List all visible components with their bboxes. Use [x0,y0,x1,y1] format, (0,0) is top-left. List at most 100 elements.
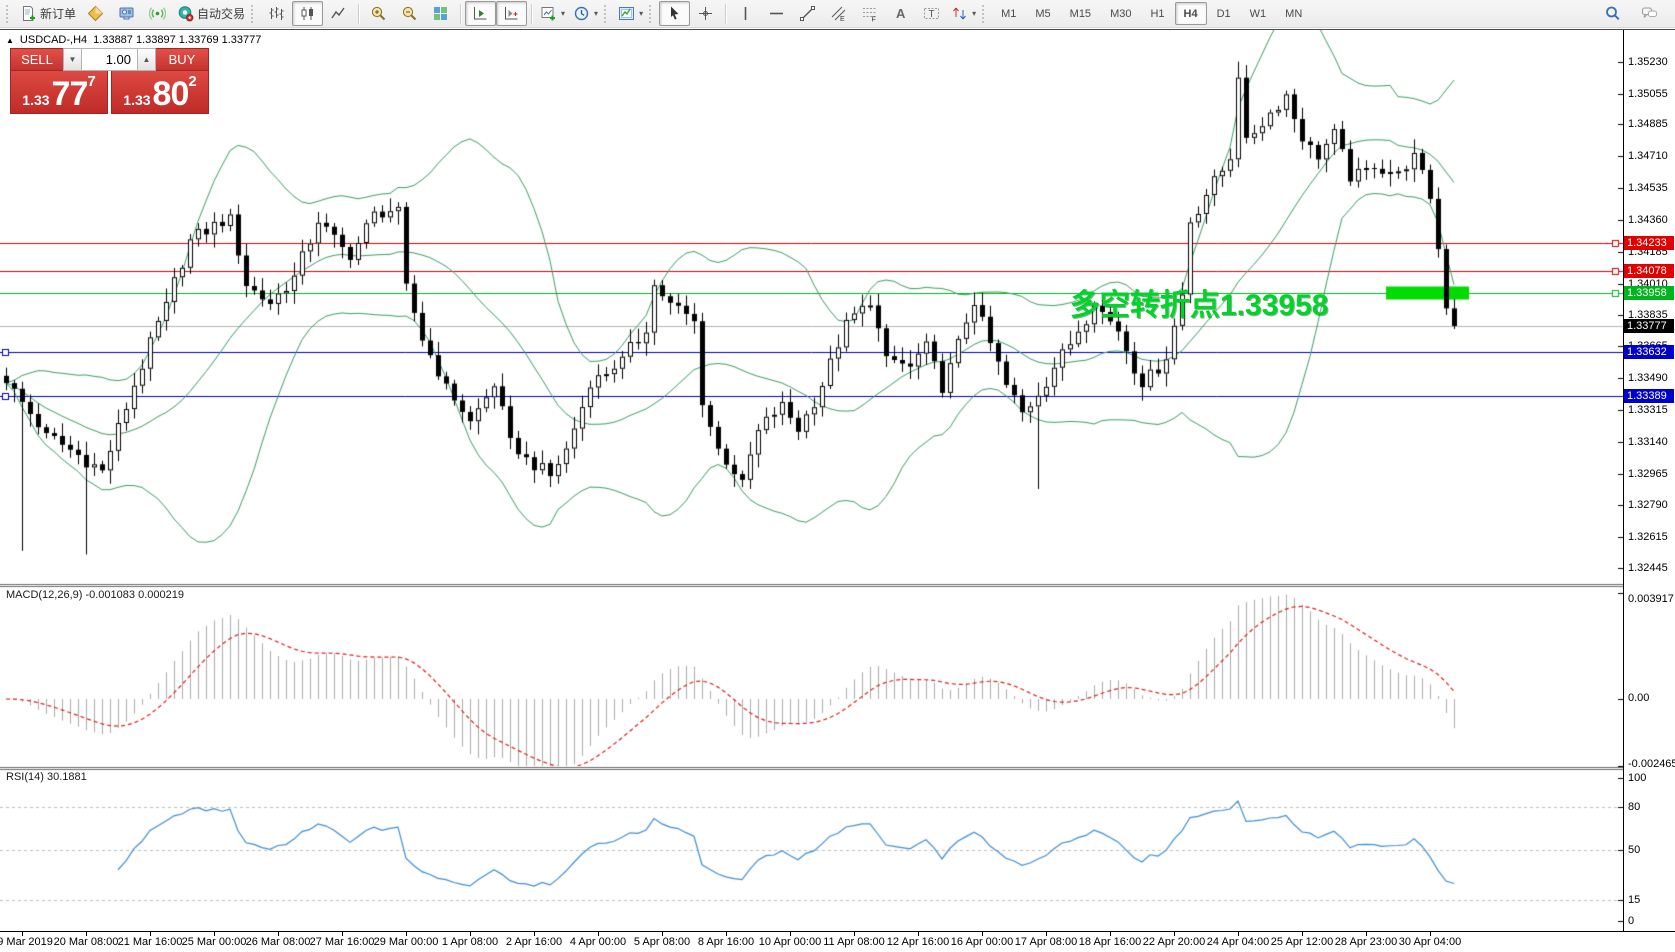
timeframe-button-H1[interactable]: H1 [1141,2,1173,25]
time-axis-label: 21 Mar 16:00 [118,936,183,948]
timeframe-button-M1[interactable]: M1 [992,2,1025,25]
chart-window: ▲ USDCAD-,H4 1.33887 1.33897 1.33769 1.3… [0,29,1675,952]
time-axis-label: 30 Apr 04:00 [1399,936,1461,948]
price-axis-label: 1.34360 [1628,213,1674,227]
indicators-button[interactable]: ▾ [614,1,647,26]
toolbar-grip[interactable] [251,5,257,23]
volume-up-button[interactable]: ▲ [137,48,156,71]
rsi-axis-label: 15 [1628,894,1674,907]
text-label-button[interactable]: T [916,1,947,26]
toolbar-grip[interactable] [649,5,655,23]
time-axis-tick [534,932,535,936]
time-axis-tick [1430,932,1431,936]
cursor-button[interactable] [659,1,690,26]
dropdown-arrow-icon: ▾ [972,9,976,18]
time-axis-tick [982,932,983,936]
price-axis-border [1623,30,1624,931]
bar-chart-button[interactable] [261,1,292,26]
timeframe-button-D1[interactable]: D1 [1208,2,1240,25]
time-axis-label: 25 Mar 00:00 [182,936,247,948]
fibonacci-button[interactable]: F [854,1,885,26]
vertical-line-icon [737,5,754,22]
candlestick-chart-button[interactable] [292,1,323,26]
price-axis-label: 1.34885 [1628,117,1674,131]
time-axis-tick [1110,932,1111,936]
autotrading-button[interactable]: 自动交易 [173,1,249,26]
chart-shift-button[interactable] [496,1,527,26]
timeframe-button-MN[interactable]: MN [1276,2,1311,25]
metaquotes-button[interactable] [80,1,111,26]
time-axis-tick [406,932,407,936]
time-axis-label: 2 Apr 16:00 [506,936,562,948]
sell-button[interactable]: SELL [10,48,63,71]
time-axis[interactable]: 19 Mar 201920 Mar 08:0021 Mar 16:0025 Ma… [0,931,1675,952]
price-axis-label: 1.32445 [1628,561,1674,575]
periods-button[interactable]: ▾ [569,1,602,26]
indicators-icon [618,5,635,22]
toolbar-grip[interactable] [604,5,610,23]
collapse-arrow-icon[interactable]: ▲ [6,36,14,45]
tile-windows-button[interactable] [425,1,456,26]
time-axis-label: 27 Mar 16:00 [310,936,375,948]
bar-chart-icon [268,5,285,22]
macd-axis-label: -0.002465 [1628,758,1674,771]
timeframe-button-H4[interactable]: H4 [1175,2,1207,25]
timeframe-button-M5[interactable]: M5 [1026,2,1059,25]
autotrading-label: 自动交易 [197,5,245,22]
svg-text:F: F [872,17,876,23]
trendline-icon [799,5,816,22]
arrows-button[interactable]: ▾ [947,1,980,26]
horizontal-line-button[interactable] [761,1,792,26]
price-axis-label: 1.33315 [1628,403,1674,417]
text-button[interactable]: A [885,1,916,26]
crosshair-button[interactable] [690,1,721,26]
sell-price-box[interactable]: 1.33 77 7 [10,71,108,114]
timeframe-button-W1[interactable]: W1 [1241,2,1276,25]
chart-shift-icon [503,5,520,22]
buy-price-box[interactable]: 1.33 80 2 [111,71,209,114]
timeframe-button-M30[interactable]: M30 [1101,2,1140,25]
turning-point-annotation[interactable]: 多空转折点1.33958 [1070,280,1328,324]
candlestick-chart-icon [299,5,316,22]
time-axis-tick [214,932,215,936]
dropdown-arrow-icon: ▾ [639,9,643,18]
auto-scroll-button[interactable] [465,1,496,26]
signals-button[interactable] [142,1,173,26]
svg-text:E: E [840,16,845,22]
time-axis-tick [662,932,663,936]
metaeditor-button[interactable] [111,1,142,26]
zoom-in-button[interactable] [363,1,394,26]
new-chart-button[interactable]: ▾ [536,1,569,26]
new-order-button[interactable]: 新订单 [16,1,80,26]
search-icon [1604,5,1621,22]
sell-price-prefix: 1.33 [22,90,49,110]
time-axis-tick [1174,932,1175,936]
timeframe-button-M15[interactable]: M15 [1061,2,1100,25]
price-badge: 1.33389 [1624,389,1674,403]
horizontal-line-icon [768,5,785,22]
time-axis-tick [854,932,855,936]
symbol-info-line[interactable]: ▲ USDCAD-,H4 1.33887 1.33897 1.33769 1.3… [6,34,261,46]
channel-button[interactable]: E [823,1,854,26]
toolbar-grip[interactable] [982,5,988,23]
time-axis-tick [470,932,471,936]
line-chart-button[interactable] [323,1,354,26]
price-axis-label: 1.32965 [1628,467,1674,481]
zoom-out-button[interactable] [394,1,425,26]
time-axis-label: 26 Mar 08:00 [246,936,311,948]
buy-button[interactable]: BUY [156,48,209,71]
search-button[interactable] [1597,1,1628,26]
time-axis-label: 4 Apr 00:00 [570,936,626,948]
trendline-button[interactable] [792,1,823,26]
time-axis-tick [86,932,87,936]
sell-price-big: 77 [52,78,88,110]
volume-input[interactable] [82,48,137,71]
time-axis-tick [726,932,727,936]
time-axis-tick [278,932,279,936]
editor-icon [118,5,135,22]
toolbar-grip[interactable] [6,5,12,23]
volume-down-button[interactable]: ▼ [63,48,82,71]
chat-button[interactable] [1634,1,1665,26]
vertical-line-button[interactable] [730,1,761,26]
chart-canvas[interactable] [0,30,1623,931]
